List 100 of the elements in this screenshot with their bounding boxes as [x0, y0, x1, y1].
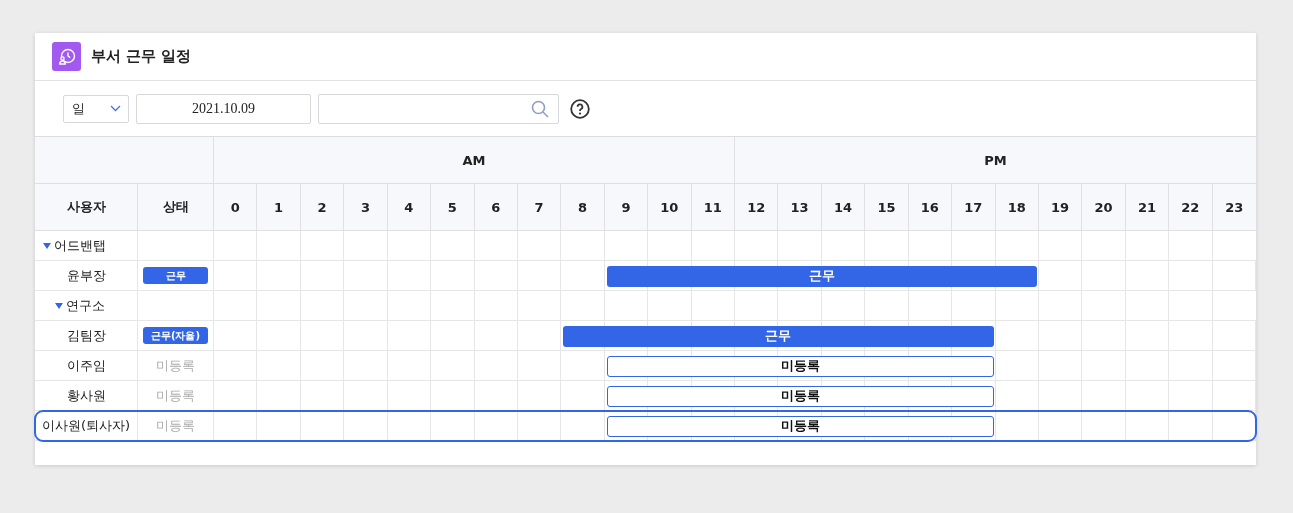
hour-header: 13 [778, 184, 822, 231]
hour-header: 6 [474, 184, 518, 231]
schedule-bar[interactable]: 미등록 [606, 415, 994, 437]
table-cell [691, 231, 735, 261]
hour-header: 8 [561, 184, 605, 231]
hour-header: 11 [691, 184, 735, 231]
table-cell [778, 291, 822, 321]
table-cell [952, 291, 996, 321]
window-title: 부서 근무 일정 [91, 47, 192, 66]
hour-header: 5 [431, 184, 475, 231]
hour-header: 12 [735, 184, 779, 231]
hour-header: 3 [344, 184, 388, 231]
clock-person-icon [52, 42, 81, 71]
hour-header: 7 [517, 184, 562, 231]
hour-header: 4 [387, 184, 432, 231]
date-field[interactable]: 2021.10.09 [136, 93, 311, 124]
table-cell [648, 291, 692, 321]
hour-header: 18 [995, 184, 1039, 231]
table-cell [1038, 231, 1083, 261]
hour-header: 17 [952, 184, 996, 231]
table-cell [691, 291, 735, 321]
status-badge: 근무 [143, 267, 208, 284]
hour-header: 15 [865, 184, 909, 231]
table-cell [995, 231, 1039, 261]
table-cell [908, 291, 953, 321]
table-cell [214, 231, 258, 261]
user-name: 윤부장 [66, 266, 106, 285]
table-cell [431, 291, 475, 321]
table-cell [300, 291, 345, 321]
help-icon[interactable] [570, 98, 590, 119]
hour-header: 1 [257, 184, 301, 231]
caret-icon[interactable] [55, 302, 63, 309]
table-cell [1169, 291, 1213, 321]
table-cell [561, 231, 605, 261]
table-cell [214, 291, 258, 321]
table-cell [517, 231, 562, 261]
user-row[interactable]: 윤부장 근무 근무 [35, 261, 1256, 291]
table-cell [474, 231, 518, 261]
user-row[interactable]: 황사원 미등록 미등록 [35, 381, 1256, 411]
table-cell [1169, 231, 1213, 261]
user-name: 이사원(퇴사자) [41, 416, 131, 435]
table-cell [1125, 231, 1170, 261]
table-cell [604, 291, 649, 321]
status-text: 미등록 [156, 356, 195, 375]
table-cell [1125, 291, 1170, 321]
hour-header: 9 [604, 184, 649, 231]
search-field[interactable] [318, 93, 559, 124]
table-cell [431, 231, 475, 261]
table-cell [778, 231, 822, 261]
table-cell [1082, 231, 1126, 261]
group-name: 연구소 [66, 296, 105, 315]
table-cell [865, 291, 909, 321]
table-cell [735, 291, 779, 321]
hour-header: 23 [1212, 184, 1256, 231]
user-row[interactable]: 김팀장 근무(자율) 근무 [35, 321, 1256, 351]
chevron-down-icon [110, 105, 121, 112]
table-cell [387, 231, 432, 261]
schedule-bar[interactable]: 근무 [563, 325, 994, 347]
user-name: 김팀장 [66, 326, 106, 345]
hour-header: 19 [1038, 184, 1083, 231]
status-badge: 근무(자율) [143, 327, 208, 344]
table-cell [952, 231, 996, 261]
schedule-bar[interactable]: 미등록 [606, 355, 994, 377]
period-select[interactable]: 일 [63, 94, 129, 123]
table-cell [821, 291, 866, 321]
group-name: 어드밴탭 [54, 236, 106, 255]
user-row[interactable]: 이사원(퇴사자) 미등록 미등록 [35, 411, 1256, 441]
hour-header: 22 [1169, 184, 1213, 231]
user-name: 황사원 [66, 386, 106, 405]
status-text: 미등록 [156, 416, 195, 435]
table-cell [344, 291, 388, 321]
hour-header: 20 [1082, 184, 1126, 231]
schedule-bar[interactable]: 미등록 [606, 385, 994, 407]
search-icon[interactable] [531, 99, 549, 118]
hour-header: 21 [1125, 184, 1170, 231]
table-cell [995, 291, 1039, 321]
table-cell [387, 291, 432, 321]
column-header: 상태 [138, 184, 214, 231]
table-cell [908, 231, 953, 261]
hour-header: 14 [821, 184, 866, 231]
hour-header: 0 [214, 184, 258, 231]
caret-icon[interactable] [43, 242, 51, 249]
table-cell [865, 231, 909, 261]
table-cell [648, 231, 692, 261]
table-cell [821, 231, 866, 261]
status-text: 미등록 [156, 386, 195, 405]
hour-header: 2 [300, 184, 345, 231]
table-cell [344, 231, 388, 261]
table-cell [1082, 291, 1126, 321]
hour-header: 16 [908, 184, 953, 231]
column-header: 사용자 [35, 184, 138, 231]
user-row[interactable]: 이주임 미등록 미등록 [35, 351, 1256, 381]
hour-header: 10 [648, 184, 692, 231]
table-cell [1038, 291, 1083, 321]
table-cell [257, 231, 301, 261]
table-cell [604, 231, 649, 261]
schedule-bar[interactable]: 근무 [606, 265, 1037, 287]
table-cell [735, 231, 779, 261]
user-name: 이주임 [66, 356, 106, 375]
table-cell [474, 291, 518, 321]
